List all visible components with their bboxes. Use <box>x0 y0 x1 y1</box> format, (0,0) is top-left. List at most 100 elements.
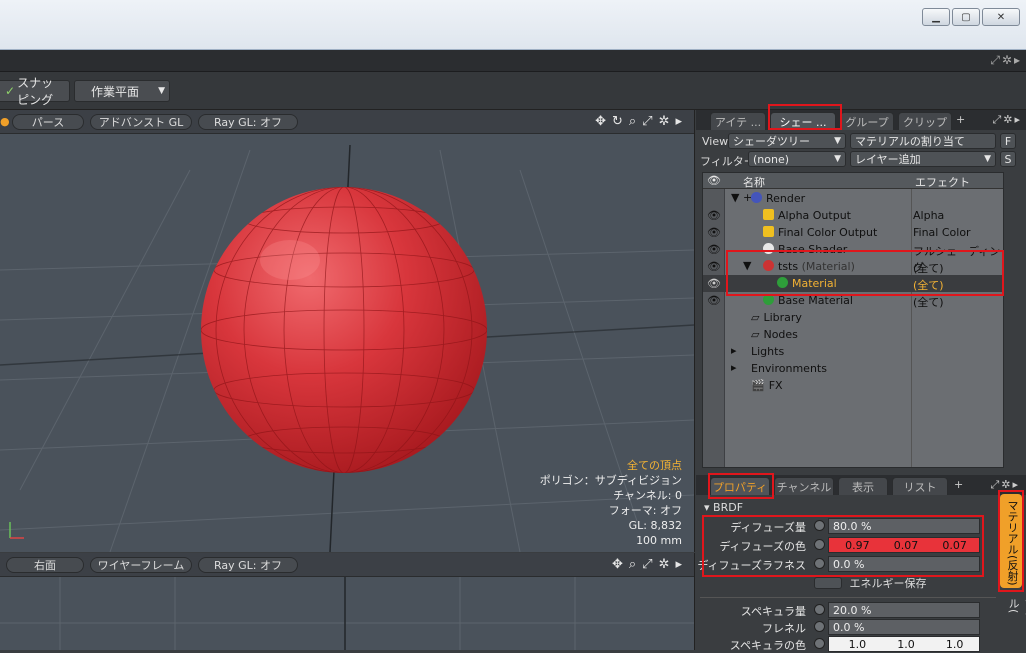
add-layer-dropdown[interactable]: レイヤー追加 ▼ <box>850 151 996 167</box>
eye-icon[interactable]: 👁 <box>707 294 721 307</box>
view-type-pill[interactable]: パース <box>12 114 84 130</box>
tree-row-material[interactable]: 👁 Material (全て) <box>703 275 1003 292</box>
add-tab-icon[interactable]: + <box>954 478 963 491</box>
tree-row-nodes[interactable]: ▱ Nodes <box>703 326 1003 343</box>
envelope-dot-icon[interactable] <box>814 604 825 615</box>
tree-row-environments[interactable]: ▸ Environments <box>703 360 1003 377</box>
diffuse-amount-field[interactable]: 80.0 % <box>828 518 980 534</box>
tree-row-alpha-output[interactable]: 👁 Alpha Output Alpha <box>703 207 1003 224</box>
folder-icon: ▱ <box>751 328 760 341</box>
raygl-pill[interactable]: Ray GL: オフ <box>198 114 298 130</box>
diffuse-roughness-field[interactable]: 0.0 % <box>828 556 980 572</box>
viewport-info: 全ての頂点 ポリゴン：サブディビジョン チャンネル: 0 フォーマ: オフ GL… <box>539 459 682 547</box>
brdf-section-header[interactable]: ▾ BRDF <box>704 501 743 514</box>
tab-properties[interactable]: プロパティ <box>710 477 770 495</box>
maximize-button[interactable]: ▢ <box>952 8 980 26</box>
envelope-dot-icon[interactable] <box>814 539 825 550</box>
snap-icon: ✓ <box>5 84 16 98</box>
tab-items[interactable]: アイテ ... <box>710 112 766 130</box>
assign-material-button[interactable]: マテリアルの割り当て <box>850 133 996 149</box>
tree-row-base-shader[interactable]: 👁 Base Shader フルシェーディング <box>703 241 1003 274</box>
eye-icon[interactable]: 👁 <box>707 260 721 273</box>
view-dropdown[interactable]: シェーダツリー ▼ <box>728 133 846 149</box>
minimize-icon: ▁ <box>932 11 940 23</box>
side-raygl-pill[interactable]: Ray GL: オフ <box>198 557 298 573</box>
folder-icon: ▱ <box>751 311 760 324</box>
filter-dropdown[interactable]: (none) ▼ <box>748 151 846 167</box>
zoom-icon[interactable]: ⌕ <box>629 557 636 572</box>
tree-row-final-color[interactable]: 👁 Final Color Output Final Color <box>703 224 1003 241</box>
close-button[interactable]: ✕ <box>982 8 1020 26</box>
minimize-button[interactable]: ▁ <box>922 8 950 26</box>
side-tab-material-reflection[interactable]: マテリアル(反射) <box>1000 494 1022 588</box>
shading-mode-pill[interactable]: アドバンスト GL <box>90 114 192 130</box>
add-tab-icon[interactable]: + <box>956 113 965 126</box>
tab-groups[interactable]: グループ <box>840 112 894 130</box>
specular-amount-field[interactable]: 20.0 % <box>828 602 980 618</box>
envelope-dot-icon[interactable] <box>814 558 825 569</box>
properties-panel: プロパティ チャンネル 表示 リスト + ⤢✲▸ ▾ BRDF ディフューズ量 … <box>696 473 1026 652</box>
chevron-down-icon: ▼ <box>834 154 841 164</box>
energy-conservation-row: エネルギー保存 <box>814 575 927 591</box>
tree-row-library[interactable]: ▱ Library <box>703 309 1003 326</box>
output-icon <box>763 226 774 237</box>
panel-options-icon[interactable]: ⤢✲▸ <box>992 113 1022 127</box>
envelope-dot-icon[interactable] <box>814 621 825 632</box>
tree-row-fx[interactable]: 🎬 FX <box>703 377 1003 394</box>
panel-options-icon[interactable]: ⤢✲▸ <box>990 478 1020 492</box>
chevron-right-icon[interactable]: ▸ <box>731 361 737 374</box>
chevron-right-icon[interactable]: ▸ <box>675 114 682 129</box>
diffuse-color-field[interactable]: 0.97 0.07 0.07 <box>828 537 980 553</box>
section-divider <box>700 597 996 598</box>
side-viewport[interactable]: 右面 ワイヤーフレーム Ray GL: オフ ✥ ⌕ ⤢ ✲ ▸ <box>0 553 695 650</box>
viewport-header: ● パース アドバンスト GL Ray GL: オフ ✥ ↻ ⌕ ⤢ ✲ ▸ <box>0 110 694 134</box>
eye-icon[interactable]: 👁 <box>707 209 721 222</box>
shader-tree[interactable]: 👁 名称 エフェクト ▼ + Render 👁 Alpha Output Alp… <box>702 172 1004 468</box>
s-button[interactable]: S <box>1000 151 1016 167</box>
diffuse-amount-row: ディフューズ量 80.0 % <box>696 517 996 535</box>
perspective-viewport[interactable]: ● パース アドバンスト GL Ray GL: オフ ✥ ↻ ⌕ ⤢ ✲ ▸ 全… <box>0 110 695 552</box>
eye-icon[interactable]: 👁 <box>707 277 721 290</box>
tab-shader[interactable]: シェー ... <box>770 112 836 130</box>
tab-display[interactable]: 表示 <box>838 477 888 495</box>
tree-row-tsts[interactable]: 👁 ▼ tsts (Material) (全て) <box>703 258 1003 275</box>
maximize-view-icon[interactable]: ⤢ <box>642 114 652 129</box>
gear-icon[interactable]: ✲ <box>659 114 670 129</box>
eye-icon[interactable]: 👁 <box>707 226 721 239</box>
tree-row-lights[interactable]: ▸ Lights <box>703 343 1003 360</box>
side-shading-pill[interactable]: ワイヤーフレーム <box>90 557 192 573</box>
tab-clips[interactable]: クリップ <box>898 112 952 130</box>
tree-row-render[interactable]: ▼ + Render <box>703 190 1003 207</box>
fresnel-field[interactable]: 0.0 % <box>828 619 980 635</box>
chevron-right-icon[interactable]: ▸ <box>675 557 682 572</box>
side-viewport-header: 右面 ワイヤーフレーム Ray GL: オフ ✥ ⌕ ⤢ ✲ ▸ <box>0 553 694 577</box>
close-icon: ✕ <box>996 11 1006 23</box>
snapping-button[interactable]: ✓ スナッピング <box>0 76 70 107</box>
energy-checkbox[interactable] <box>814 577 842 589</box>
chevron-down-icon: ▼ <box>158 86 165 96</box>
move-icon[interactable]: ✥ <box>612 557 623 572</box>
tab-list[interactable]: リスト <box>892 477 948 495</box>
chevron-down-icon: ▼ <box>984 154 991 164</box>
tree-row-base-material[interactable]: 👁 Base Material (全て) <box>703 292 1003 309</box>
layout-options-icon[interactable]: ⤢✲▸ <box>990 53 1022 68</box>
material-group-icon <box>763 260 774 271</box>
eye-icon[interactable]: 👁 <box>707 243 721 256</box>
maximize-view-icon[interactable]: ⤢ <box>642 557 652 572</box>
move-icon[interactable]: ✥ <box>595 114 606 129</box>
render-icon <box>751 192 762 203</box>
tab-channels[interactable]: チャンネル <box>774 477 834 495</box>
workplane-dropdown[interactable]: 作業平面 ▼ <box>74 80 170 102</box>
zoom-icon[interactable]: ⌕ <box>629 114 636 129</box>
f-button[interactable]: F <box>1000 133 1016 149</box>
side-view-type-pill[interactable]: 右面 <box>6 557 84 573</box>
envelope-dot-icon[interactable] <box>814 638 825 649</box>
side-tab-material-2[interactable]: マテリアル( <box>1002 596 1026 650</box>
chevron-right-icon[interactable]: ▸ <box>731 344 737 357</box>
panel-tabs: アイテ ... シェー ... グループ クリップ + ⤢✲▸ <box>696 110 1026 130</box>
properties-tabs: プロパティ チャンネル 表示 リスト + ⤢✲▸ <box>696 475 1026 495</box>
gear-icon[interactable]: ✲ <box>659 557 670 572</box>
envelope-dot-icon[interactable] <box>814 520 825 531</box>
material-icon <box>777 277 788 288</box>
rotate-icon[interactable]: ↻ <box>612 114 623 129</box>
